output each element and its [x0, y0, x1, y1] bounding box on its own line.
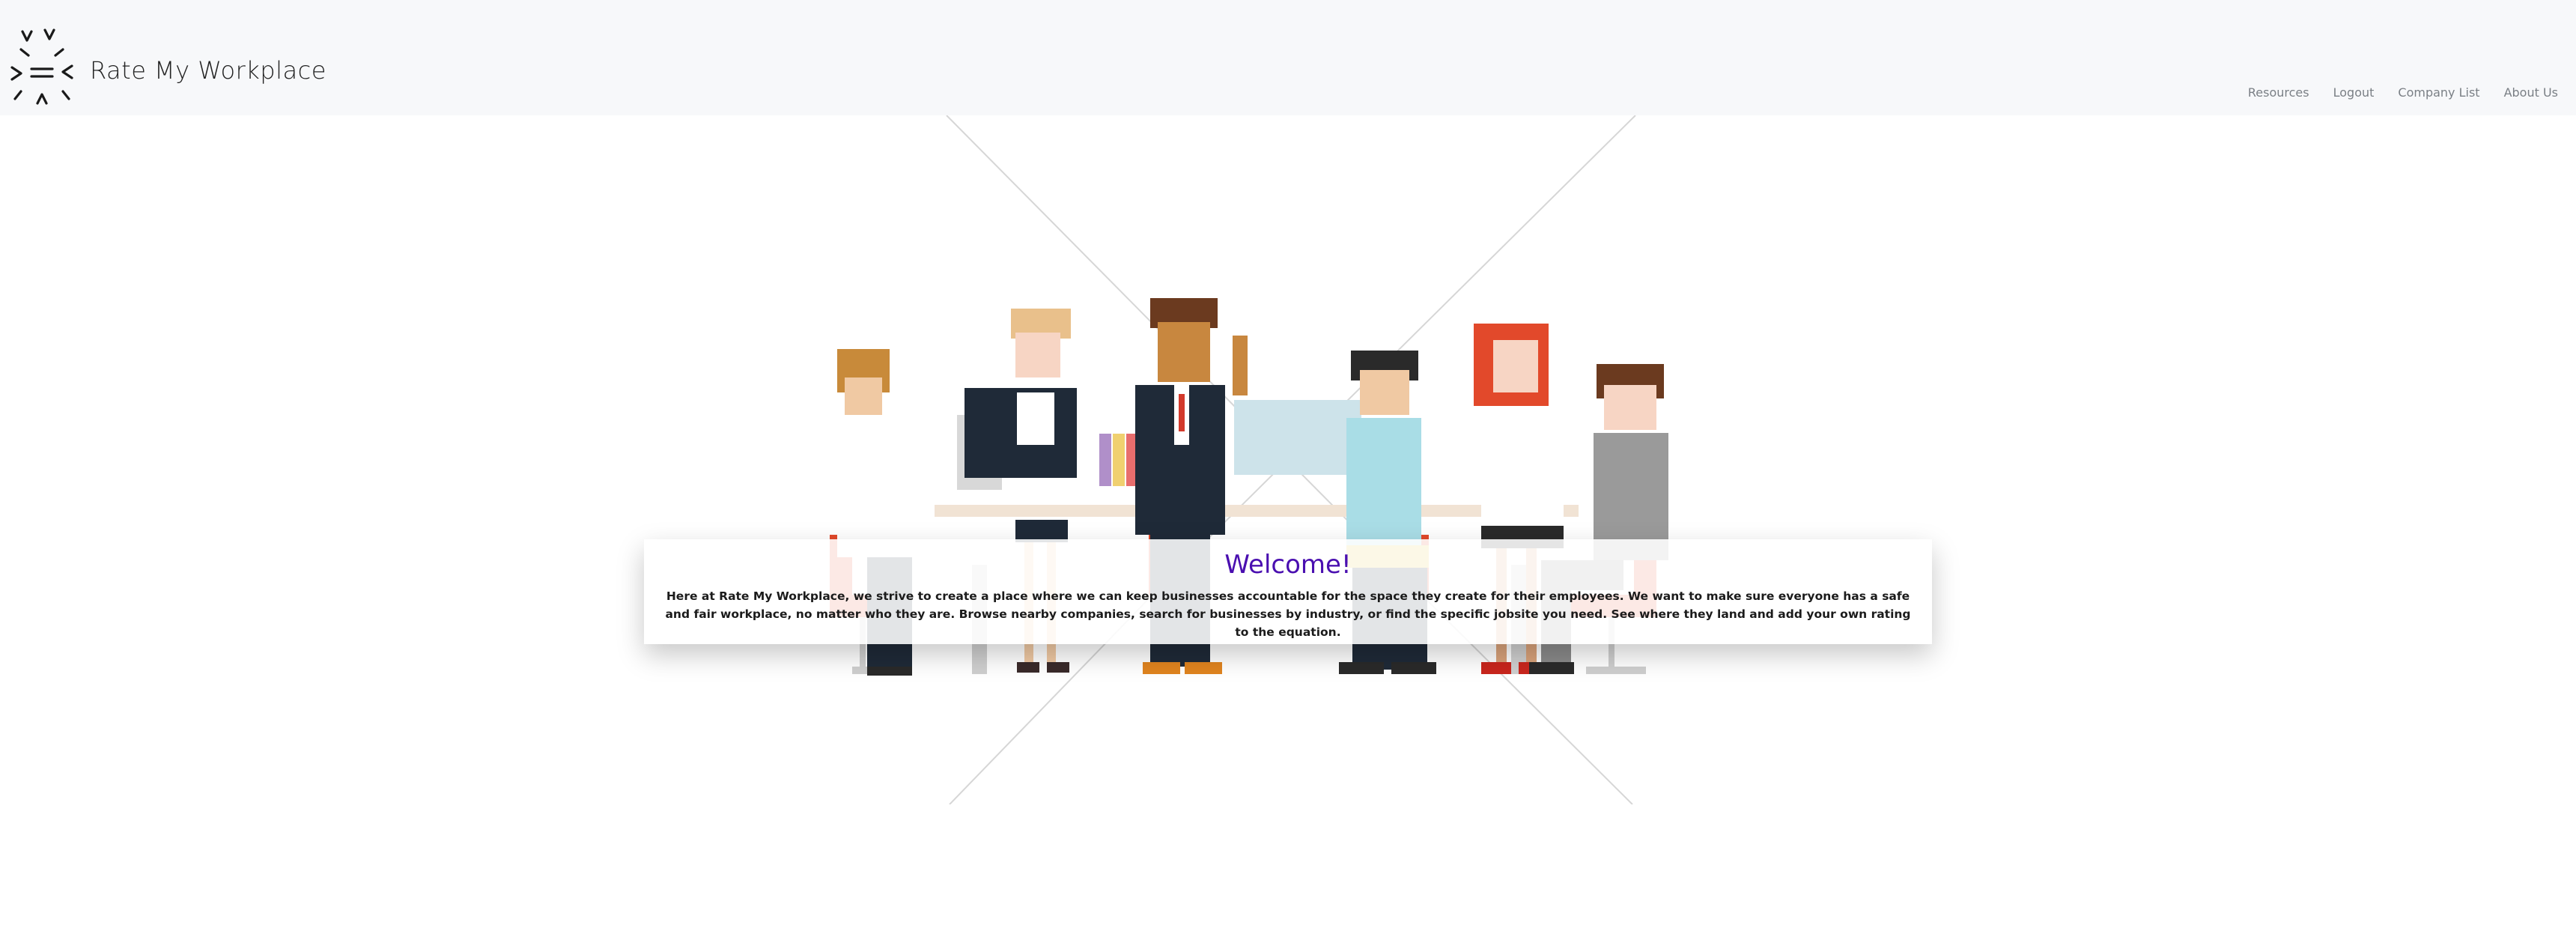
brand-name: Rate My Workplace [90, 56, 326, 85]
navbar: Rate My Workplace Resources Logout Compa… [0, 0, 2576, 115]
starburst-logo-icon [6, 25, 78, 108]
nav-link-resources[interactable]: Resources [2248, 85, 2309, 100]
brand-link[interactable]: Rate My Workplace [6, 25, 326, 108]
welcome-text: Here at Rate My Workplace, we strive to … [665, 589, 1911, 639]
hero-section: Welcome! Here at Rate My Workplace, we s… [0, 115, 2576, 931]
main-nav: Resources Logout Company List About Us [2248, 85, 2558, 100]
pixel-art-office-team-illustration [830, 115, 1668, 804]
nav-link-about-us[interactable]: About Us [2504, 85, 2558, 100]
nav-link-logout[interactable]: Logout [2333, 85, 2375, 100]
welcome-title: Welcome! [1224, 550, 1352, 580]
nav-link-company-list[interactable]: Company List [2398, 85, 2479, 100]
welcome-card: Welcome! Here at Rate My Workplace, we s… [644, 539, 1932, 644]
